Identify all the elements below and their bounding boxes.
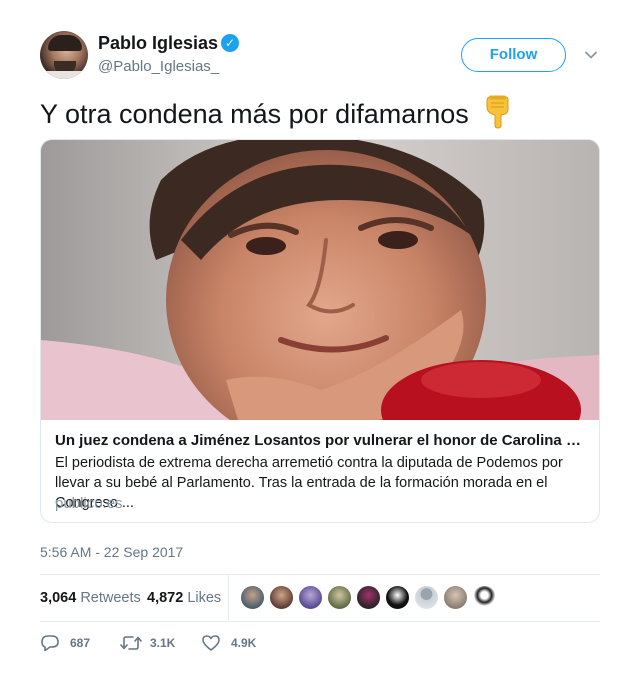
verified-badge-icon: ✓ (221, 34, 239, 52)
liker-avatar[interactable] (385, 585, 410, 610)
author-handle[interactable]: @Pablo_Iglesias_ (98, 58, 219, 76)
tweet-timestamp[interactable]: 5:56 AM - 22 Sep 2017 (40, 543, 183, 561)
retweet-action[interactable]: 3.1K (120, 633, 190, 653)
follow-button[interactable]: Follow (461, 38, 566, 72)
author-name[interactable]: Pablo Iglesias (98, 33, 218, 53)
retweets-count: 3,064 (40, 590, 77, 606)
liker-avatar[interactable] (298, 585, 323, 610)
likes-count: 4,872 (147, 590, 184, 606)
card-title[interactable]: Un juez condena a Jiménez Losantos por v… (55, 431, 585, 451)
like-count: 4.9K (231, 636, 257, 650)
reply-action[interactable]: 687 (40, 633, 100, 653)
stats-bottom-divider (40, 621, 600, 622)
liker-avatar[interactable] (240, 585, 265, 610)
liker-avatar[interactable] (269, 585, 294, 610)
author-avatar[interactable] (40, 31, 88, 79)
likes-label: Likes (187, 590, 222, 606)
tweet-text: Y otra condena más por difamarnos (40, 95, 510, 131)
stats-vertical-divider (228, 575, 229, 620)
liker-avatar[interactable] (414, 585, 439, 610)
chevron-down-icon[interactable] (584, 48, 598, 62)
stats-top-divider (40, 574, 600, 575)
retweets-label: Retweets (80, 590, 141, 606)
card-photo (41, 140, 599, 420)
heart-icon (202, 635, 220, 651)
reply-icon (41, 635, 59, 652)
tweet-text-content: Y otra condena más por difamarnos (40, 99, 469, 129)
liker-avatar[interactable] (356, 585, 381, 610)
retweet-count: 3.1K (150, 636, 176, 650)
liker-avatar[interactable] (443, 585, 468, 610)
reply-count: 687 (70, 636, 91, 650)
card-domain: publico.es (55, 495, 123, 512)
retweet-icon (120, 636, 142, 650)
card-description: El periodista de extrema derecha arremet… (55, 455, 563, 511)
likes-stat[interactable]: 4,872 Likes (147, 589, 221, 607)
like-action[interactable]: 4.9K (201, 633, 271, 653)
tweet: Pablo Iglesias ✓ @Pablo_Iglesias_ Follow… (0, 0, 640, 683)
liker-avatar[interactable] (472, 585, 497, 610)
link-preview-card[interactable]: Un juez condena a Jiménez Losantos por v… (40, 139, 600, 523)
pointing-down-emoji-icon (486, 95, 509, 129)
card-image[interactable] (41, 140, 599, 420)
liker-avatar[interactable] (327, 585, 352, 610)
retweets-stat[interactable]: 3,064 Retweets (40, 589, 141, 607)
